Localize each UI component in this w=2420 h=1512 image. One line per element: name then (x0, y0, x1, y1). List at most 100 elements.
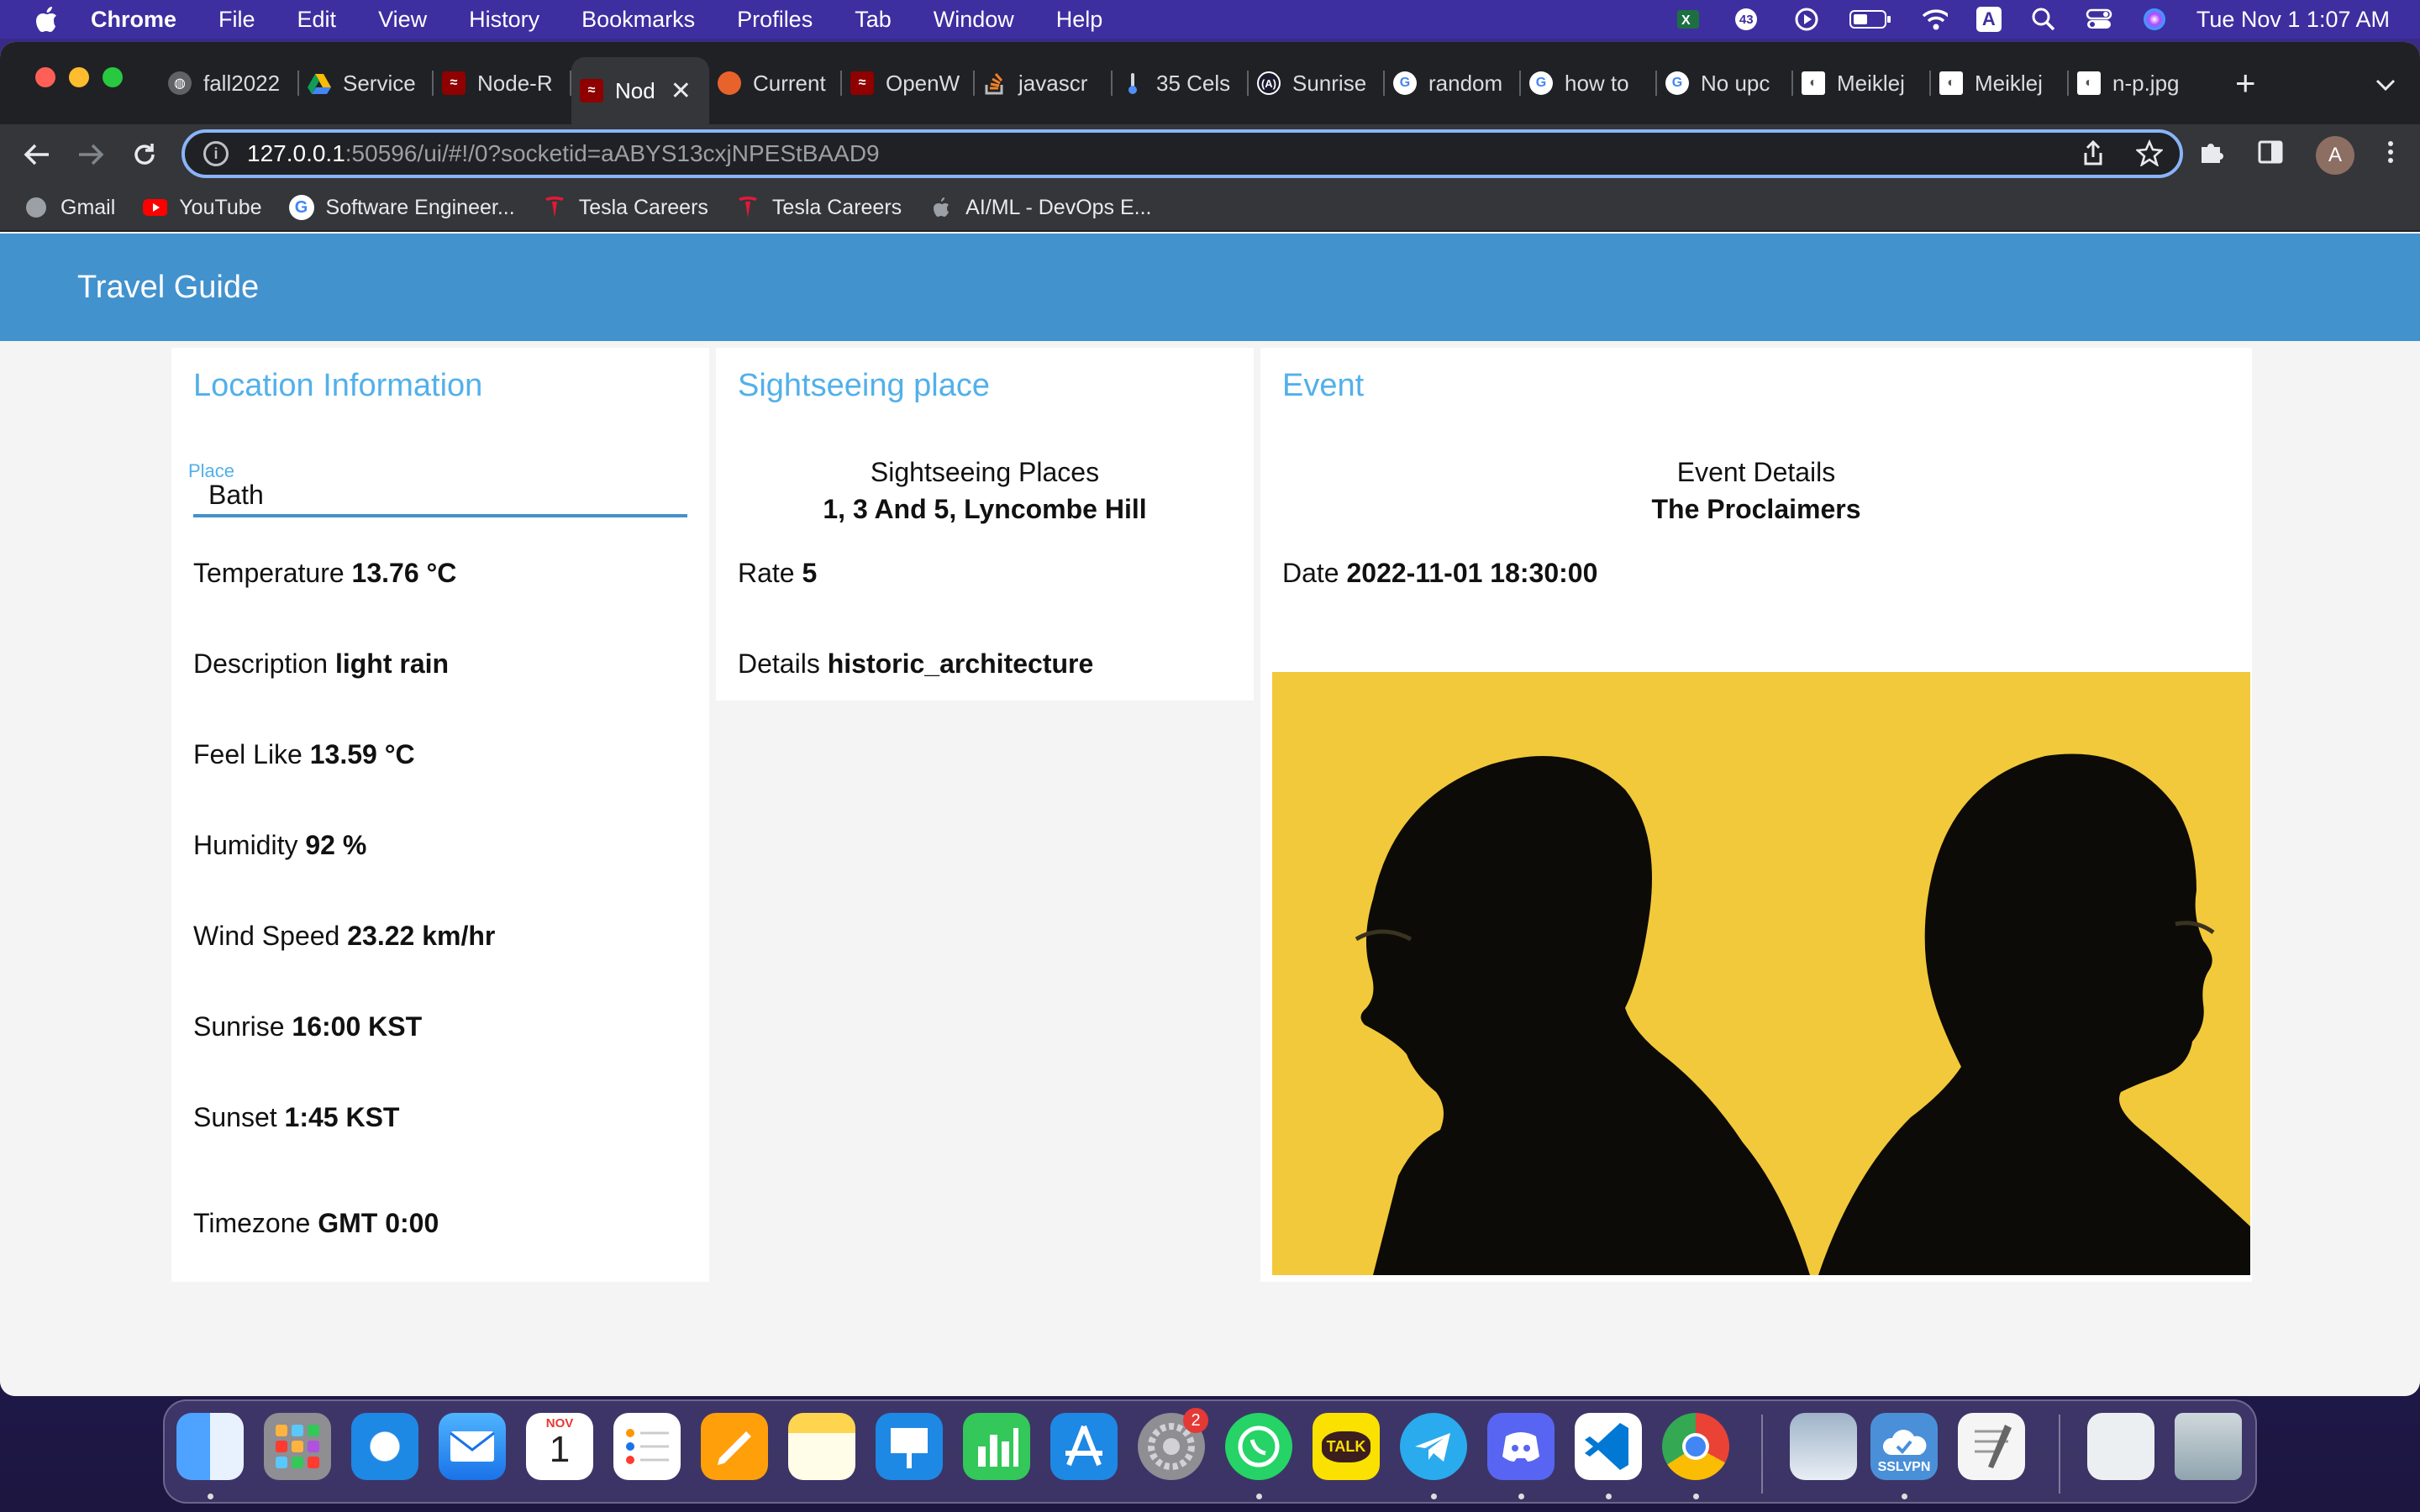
cloud-badge-icon[interactable]: 43 (1731, 8, 1765, 31)
tab-meiklej-1[interactable]: ◐ Meiklej (1793, 57, 1931, 109)
node-red-icon: ≈ (580, 79, 603, 102)
tab-service[interactable]: Service (299, 57, 434, 109)
menu-help[interactable]: Help (1056, 7, 1103, 33)
tab-random[interactable]: Grandom (1385, 57, 1521, 109)
kakaotalk-icon[interactable]: TALK (1313, 1413, 1380, 1480)
timezone-label: Timezone (193, 1208, 311, 1238)
browser-toolbar: i 127.0.0.1:50596/ui/#!/0?socketid=aABYS… (0, 124, 2420, 185)
tab-title: Current (753, 70, 826, 96)
new-tab-button[interactable]: + (2235, 66, 2256, 101)
apple-menu-icon[interactable] (32, 5, 60, 34)
pages-icon[interactable] (701, 1413, 768, 1480)
sslvpn-icon[interactable]: SSLVPN (1870, 1413, 1938, 1480)
reminders-icon[interactable] (613, 1413, 681, 1480)
tab-node-red-active[interactable]: ≈ Nod ✕ (571, 57, 709, 124)
google-icon: G (1529, 71, 1553, 95)
menu-edit[interactable]: Edit (297, 7, 337, 33)
minimize-window-button[interactable] (69, 67, 89, 87)
menubar-clock[interactable]: Tue Nov 1 1:07 AM (2196, 7, 2390, 33)
tab-title: how to (1565, 70, 1629, 96)
menu-bookmarks[interactable]: Bookmarks (581, 7, 695, 33)
menu-window[interactable]: Window (934, 7, 1014, 33)
trash-icon[interactable] (2175, 1413, 2242, 1480)
close-window-button[interactable] (35, 67, 55, 87)
battery-icon[interactable] (1849, 8, 1892, 31)
bookmark-software-engineer[interactable]: G Software Engineer... (288, 195, 515, 220)
tab-fall2022[interactable]: ◍ fall2022 (160, 57, 299, 109)
tab-title: No upc (1701, 70, 1770, 96)
bookmark-youtube[interactable]: YouTube (142, 195, 262, 220)
event-name: The Proclaimers (1651, 494, 1861, 524)
reload-button[interactable] (126, 136, 163, 173)
mac-dock: NOV 1 2 TALK SSLVPN (163, 1399, 2257, 1504)
place-input[interactable] (193, 475, 687, 517)
profile-avatar[interactable]: A (2316, 136, 2354, 175)
excel-status-icon[interactable]: X (1676, 8, 1702, 31)
bookmark-tesla-careers-1[interactable]: Tesla Careers (542, 195, 708, 220)
input-source-indicator[interactable]: A (1975, 7, 2002, 32)
side-panel-icon[interactable] (2257, 139, 2284, 171)
vscode-icon[interactable] (1575, 1413, 1642, 1480)
play-status-icon[interactable] (1793, 8, 1820, 31)
bookmark-star-icon[interactable] (2134, 139, 2165, 173)
details-row: Details historic_architecture (738, 648, 1093, 680)
details-value: historic_architecture (827, 648, 1094, 679)
calendar-icon[interactable]: NOV 1 (526, 1413, 593, 1480)
textedit-icon[interactable] (1958, 1413, 2025, 1480)
notes-icon[interactable] (788, 1413, 855, 1480)
tab-search-chevron-icon[interactable] (2375, 72, 2396, 98)
address-bar[interactable]: i 127.0.0.1:50596/ui/#!/0?socketid=aABYS… (182, 129, 2183, 178)
menu-tab[interactable]: Tab (855, 7, 892, 33)
chrome-menu-icon[interactable] (2386, 139, 2395, 172)
bookmark-aiml-devops[interactable]: AI/ML - DevOps E... (929, 195, 1152, 220)
numbers-icon[interactable] (963, 1413, 1030, 1480)
zoom-window-button[interactable] (103, 67, 123, 87)
extensions-puzzle-icon[interactable] (2198, 139, 2225, 172)
back-button[interactable] (18, 136, 55, 173)
tab-celsius[interactable]: 35 Cels (1113, 57, 1249, 109)
bookmark-gmail[interactable]: Gmail (24, 195, 115, 220)
sslvpn-label: SSLVPN (1877, 1460, 1931, 1474)
launchpad-icon[interactable] (264, 1413, 331, 1480)
safari-icon[interactable] (351, 1413, 418, 1480)
tab-title: Nod (615, 77, 655, 103)
finder-icon[interactable] (176, 1413, 244, 1480)
whatsapp-icon[interactable] (1225, 1413, 1292, 1480)
tab-np-jpg[interactable]: ◐ n-p.jpg (2069, 57, 2207, 109)
close-tab-icon[interactable]: ✕ (671, 76, 692, 106)
site-info-icon[interactable]: i (203, 141, 229, 166)
tab-current[interactable]: Current (709, 57, 842, 109)
menu-history[interactable]: History (469, 7, 539, 33)
spotlight-search-icon[interactable] (2030, 8, 2057, 31)
tab-sunrise[interactable]: (A) Sunrise (1249, 57, 1385, 109)
control-center-icon[interactable] (2086, 8, 2112, 31)
menu-file[interactable]: File (218, 7, 255, 33)
mail-icon[interactable] (439, 1413, 506, 1480)
tab-how-to[interactable]: Ghow to (1521, 57, 1657, 109)
menu-profiles[interactable]: Profiles (737, 7, 813, 33)
tab-javascript[interactable]: javascr (975, 57, 1113, 109)
tab-openweather[interactable]: ≈ OpenW (842, 57, 975, 109)
tab-node-red-1[interactable]: ≈ Node-R (434, 57, 571, 109)
siri-icon[interactable] (2141, 8, 2168, 31)
discord-icon[interactable] (1487, 1413, 1555, 1480)
wifi-icon[interactable] (1921, 8, 1948, 31)
bookmark-tesla-careers-2[interactable]: Tesla Careers (735, 195, 902, 220)
tab-meiklej-2[interactable]: ◐ Meiklej (1931, 57, 2069, 109)
telegram-icon[interactable] (1400, 1413, 1467, 1480)
menu-view[interactable]: View (378, 7, 427, 33)
menu-app-name[interactable]: Chrome (91, 7, 176, 33)
bookmark-label: Tesla Careers (578, 195, 708, 219)
documents-stack-icon[interactable] (2087, 1413, 2154, 1480)
preview-icon[interactable] (1790, 1413, 1857, 1480)
image-file-icon: ◐ (2077, 71, 2101, 95)
keynote-icon[interactable] (876, 1413, 943, 1480)
app-store-icon[interactable] (1050, 1413, 1118, 1480)
tab-no-upc[interactable]: G No upc (1657, 57, 1793, 109)
running-indicator (1693, 1494, 1699, 1499)
chrome-icon[interactable] (1662, 1413, 1729, 1480)
running-indicator (1431, 1494, 1437, 1499)
forward-button[interactable] (72, 136, 109, 173)
browser-window: ◍ fall2022 Service ≈ Node-R ≈ Nod ✕ Current … (0, 42, 2420, 1396)
share-icon[interactable] (2082, 139, 2104, 173)
